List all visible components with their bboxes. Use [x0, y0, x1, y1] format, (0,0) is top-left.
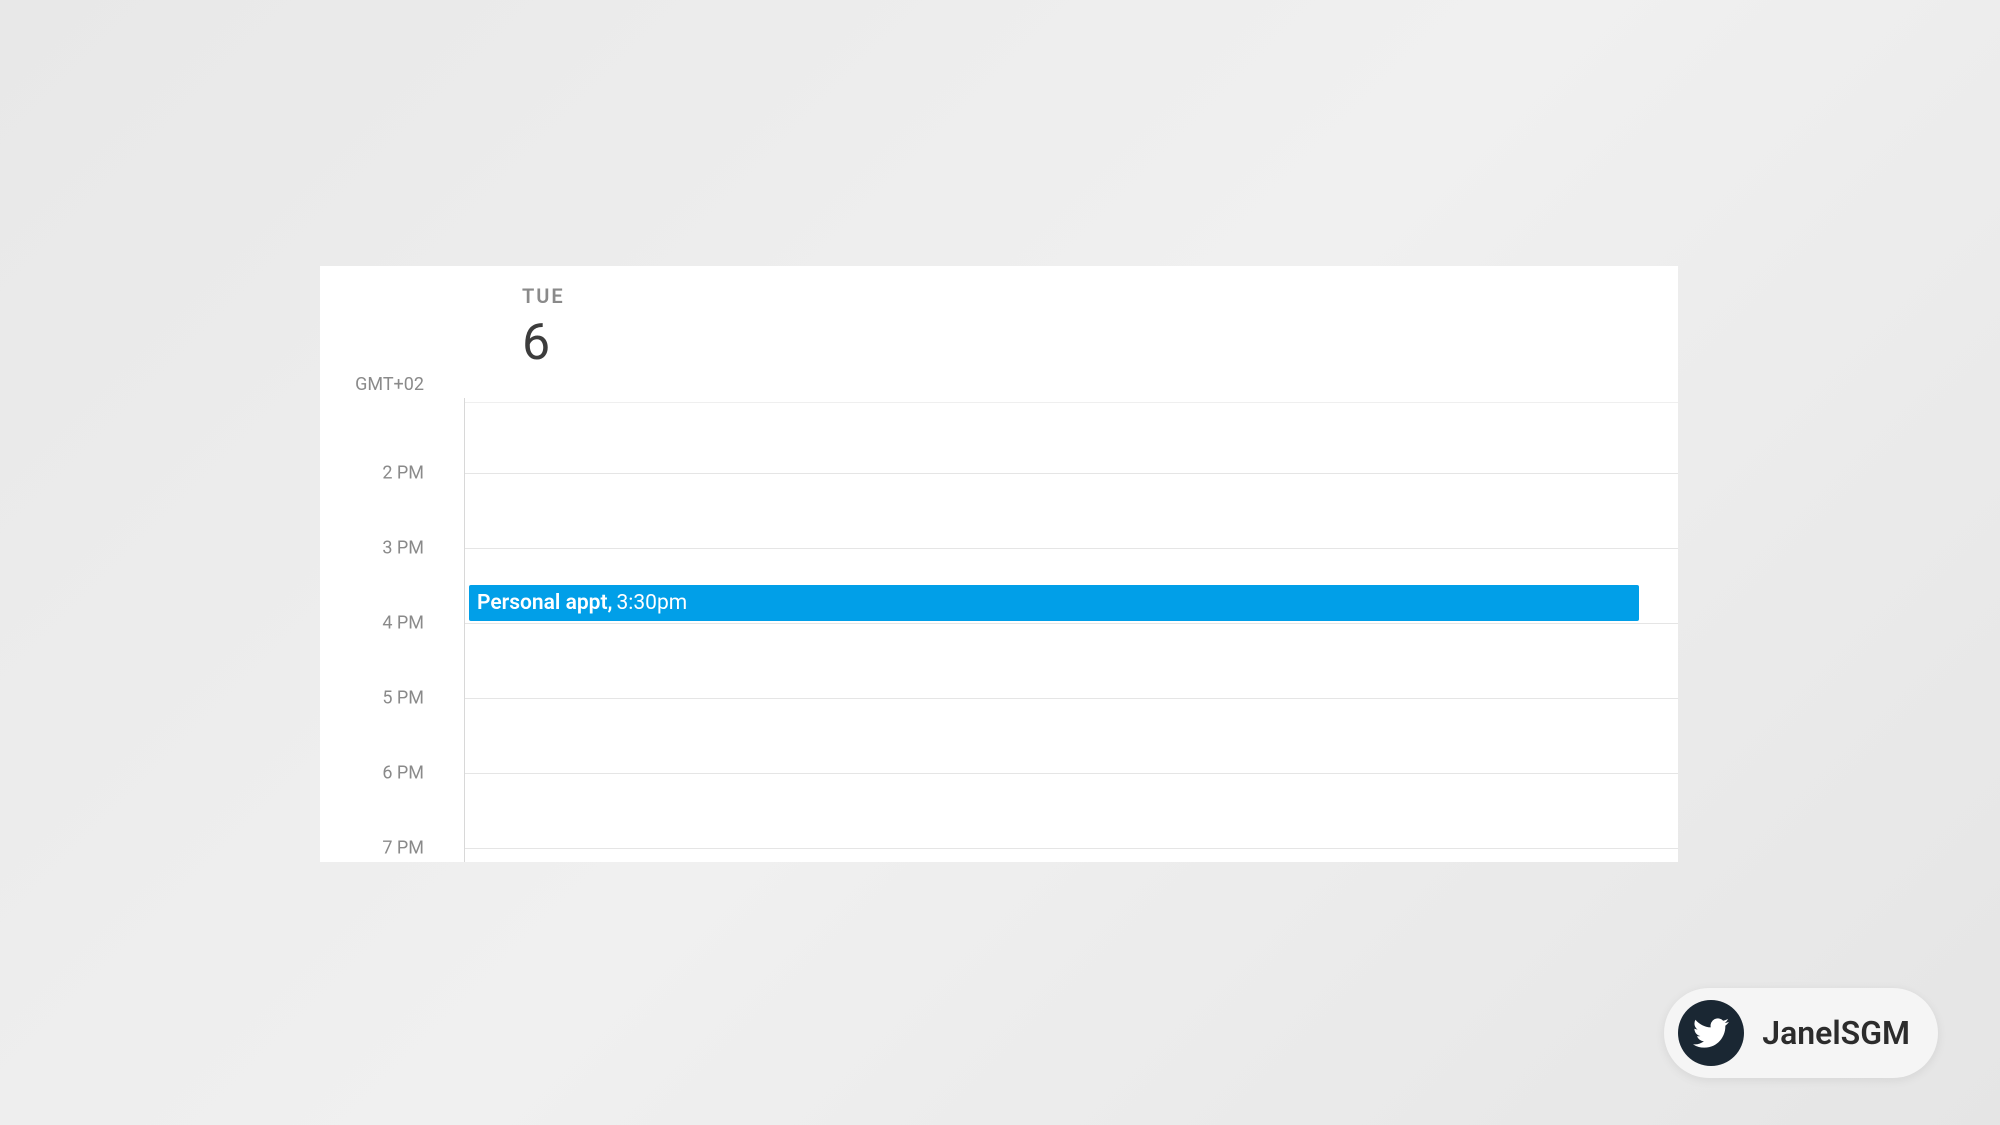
attribution-badge[interactable]: JanelSGM: [1664, 988, 1938, 1078]
hour-line: [465, 773, 1678, 774]
hour-line: [465, 548, 1678, 549]
hour-line: [465, 623, 1678, 624]
time-label-5pm: 5 PM: [382, 688, 424, 709]
calendar-event-personal-appt[interactable]: Personal appt, 3:30pm: [469, 585, 1639, 621]
hour-line: [465, 848, 1678, 849]
time-labels-column: 2 PM 3 PM 4 PM 5 PM 6 PM 7 PM: [320, 398, 464, 862]
day-header[interactable]: TUE 6: [464, 266, 565, 398]
hour-line: [465, 698, 1678, 699]
hour-line: [465, 402, 1678, 403]
event-column[interactable]: Personal appt, 3:30pm: [464, 398, 1678, 862]
event-title: Personal appt,: [477, 591, 612, 615]
day-number: 6: [522, 318, 550, 368]
attribution-handle: JanelSGM: [1762, 1014, 1910, 1052]
time-label-6pm: 6 PM: [382, 763, 424, 784]
timezone-column: GMT+02: [320, 266, 464, 398]
time-grid[interactable]: 2 PM 3 PM 4 PM 5 PM 6 PM 7 PM Personal a…: [320, 398, 1678, 862]
hour-line: [465, 473, 1678, 474]
time-label-3pm: 3 PM: [382, 538, 424, 559]
timezone-label: GMT+02: [355, 374, 424, 395]
time-label-7pm: 7 PM: [382, 838, 424, 859]
day-of-week: TUE: [522, 284, 565, 308]
time-label-4pm: 4 PM: [382, 613, 424, 634]
calendar-header: GMT+02 TUE 6: [320, 266, 1678, 398]
twitter-icon: [1678, 1000, 1744, 1066]
event-time: 3:30pm: [616, 591, 687, 615]
time-label-2pm: 2 PM: [382, 463, 424, 484]
calendar-day-view: GMT+02 TUE 6 2 PM 3 PM 4 PM 5 PM 6 PM 7 …: [320, 266, 1678, 862]
